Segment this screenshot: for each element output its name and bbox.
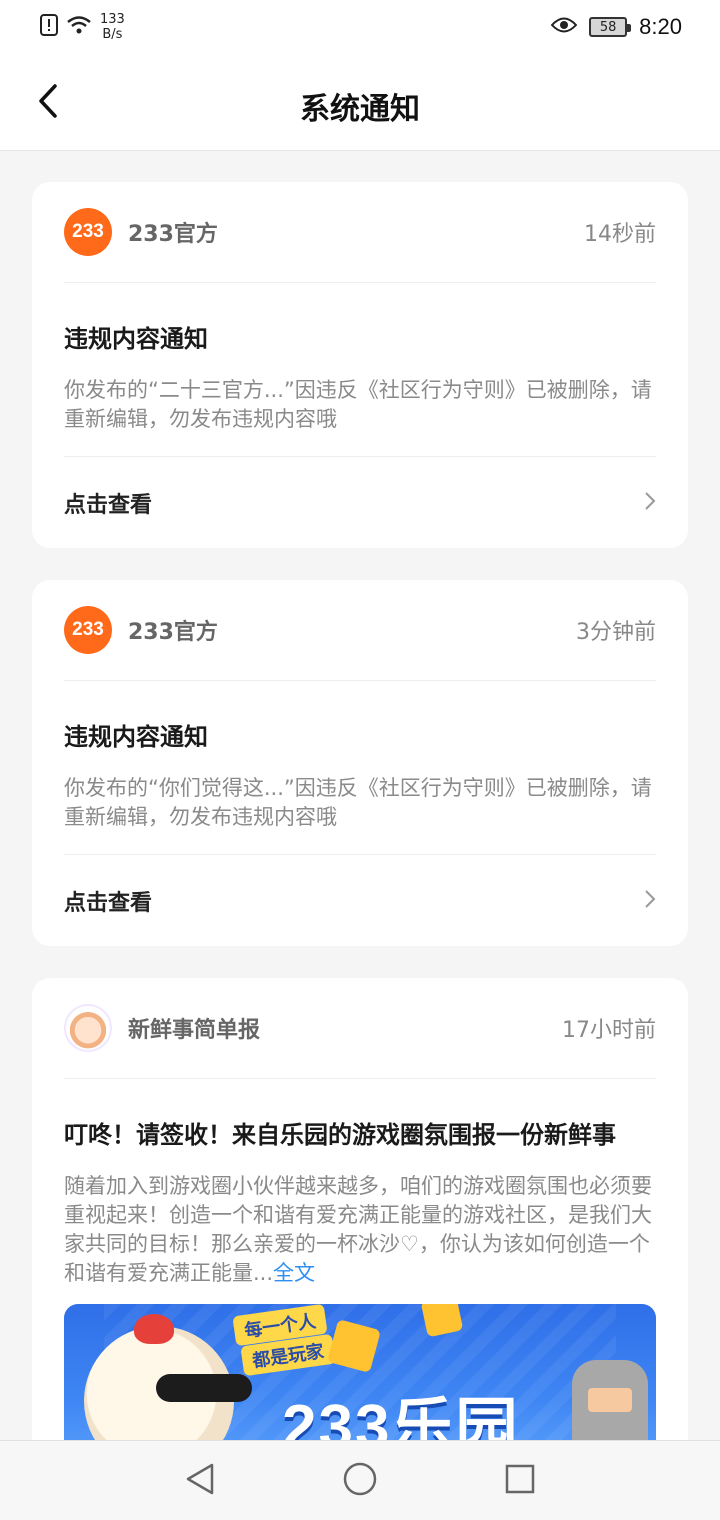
- nav-recents-button[interactable]: [500, 1461, 540, 1501]
- timestamp: 14秒前: [584, 222, 656, 247]
- system-nav-bar: [0, 1440, 720, 1520]
- author-name: 233官方: [128, 222, 218, 247]
- view-details-label: 点击查看: [64, 890, 153, 916]
- nav-back-icon: [184, 1462, 216, 1500]
- sim-alert-icon: [40, 14, 58, 40]
- timestamp: 17小时前: [562, 1018, 656, 1043]
- nav-home-icon: [343, 1462, 377, 1500]
- nav-recents-icon: [505, 1464, 535, 1498]
- clock: 8:20: [639, 14, 682, 39]
- nav-back-button[interactable]: [180, 1461, 220, 1501]
- notification-body: 你发布的“你们觉得这...”因违反《社区行为守则》已被删除，请重新编辑，勿发布违…: [64, 776, 652, 829]
- card-header: 新鲜事简单报 17小时前: [64, 978, 656, 1079]
- app-bar: 系统通知: [0, 56, 720, 151]
- wifi-icon: [66, 15, 92, 39]
- battery-indicator: 58: [589, 17, 632, 37]
- nav-home-button[interactable]: [340, 1461, 380, 1501]
- notification-title: 违规内容通知: [64, 723, 208, 751]
- page-title: 系统通知: [300, 92, 420, 127]
- card-header: 233 233官方 14秒前: [64, 182, 656, 283]
- status-right: 58 8:20: [550, 14, 682, 40]
- sunglasses: [156, 1374, 252, 1402]
- card-header: 233 233官方 3分钟前: [64, 580, 656, 681]
- news-body: 随着加入到游戏圈小伙伴越来越多，咱们的游戏圈氛围也必须要重视起来！创造一个和谐有…: [64, 1172, 656, 1304]
- brand-logo-icon: 233: [64, 606, 112, 654]
- view-details-row[interactable]: 点击查看: [64, 456, 656, 548]
- chevron-right-icon: [644, 491, 656, 515]
- news-title: 叮咚！请签收！来自乐园的游戏圈氛围报一份新鲜事: [64, 1121, 616, 1149]
- view-details-label: 点击查看: [64, 492, 153, 518]
- eye-icon: [550, 16, 578, 38]
- notification-card[interactable]: 233 233官方 14秒前 违规内容通知 你发布的“二十三官方...”因违反《…: [32, 182, 688, 548]
- author-name: 新鲜事简单报: [128, 1018, 261, 1043]
- timestamp: 3分钟前: [576, 620, 656, 645]
- avatar: [64, 1004, 112, 1052]
- status-left: 133 B/s: [40, 12, 125, 42]
- author-name: 233官方: [128, 620, 218, 645]
- network-speed-value: 133: [100, 12, 125, 27]
- news-card[interactable]: 新鲜事简单报 17小时前 叮咚！请签收！来自乐园的游戏圈氛围报一份新鲜事 随着加…: [32, 978, 688, 1464]
- network-speed-unit: B/s: [102, 27, 123, 42]
- notification-list: 233 233官方 14秒前 违规内容通知 你发布的“二十三官方...”因违反《…: [32, 182, 688, 1496]
- chevron-right-icon: [644, 889, 656, 913]
- network-speed: 133 B/s: [100, 12, 125, 42]
- news-body-text: 随着加入到游戏圈小伙伴越来越多，咱们的游戏圈氛围也必须要重视起来！创造一个和谐有…: [64, 1174, 652, 1285]
- read-more-link[interactable]: 全文: [273, 1261, 315, 1285]
- notification-card[interactable]: 233 233官方 3分钟前 违规内容通知 你发布的“你们觉得这...”因违反《…: [32, 580, 688, 946]
- chicken-comb: [134, 1314, 174, 1344]
- notification-body: 你发布的“二十三官方...”因违反《社区行为守则》已被删除，请重新编辑，勿发布违…: [64, 378, 652, 431]
- view-details-row[interactable]: 点击查看: [64, 854, 656, 946]
- brand-logo-icon: 233: [64, 208, 112, 256]
- notification-title: 违规内容通知: [64, 325, 208, 353]
- status-bar: 133 B/s 58 8:20: [0, 0, 720, 56]
